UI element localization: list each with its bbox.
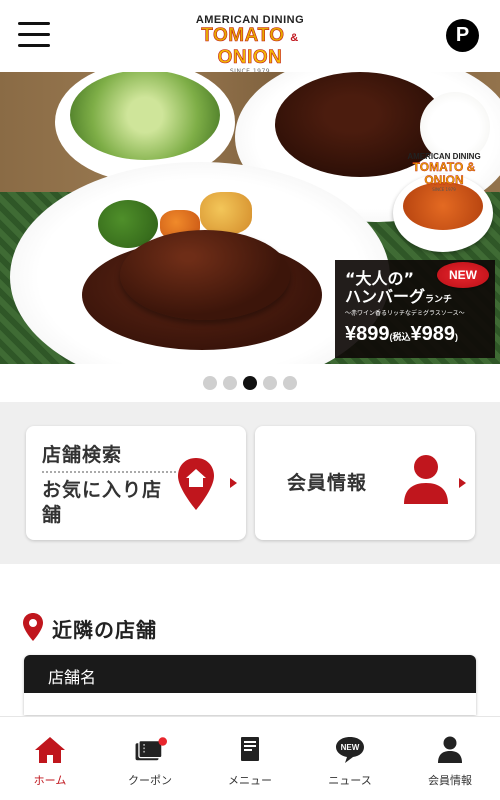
store-pin-icon	[178, 458, 214, 510]
carousel-dot-5[interactable]	[283, 376, 297, 390]
store-search-card[interactable]: 店舗検索 お気に入り店舗	[26, 426, 246, 540]
store-search-label[interactable]: 店舗検索	[42, 440, 122, 467]
person-icon	[404, 455, 448, 504]
svg-text:NEW: NEW	[341, 743, 360, 752]
tab-member-label: 会員情報	[428, 774, 472, 787]
hamburger-menu-icon[interactable]	[18, 22, 50, 48]
nearby-stores-table: 店舗名	[24, 655, 476, 715]
carousel-dots	[0, 376, 500, 392]
member-icon	[438, 736, 462, 763]
hamburg-steak-image	[120, 230, 290, 320]
points-button[interactable]: P	[446, 19, 479, 52]
promo-headline-2: ハンバーグランチ	[345, 287, 453, 306]
quick-links-section: 店舗検索 お気に入り店舗 会員情報	[0, 402, 500, 564]
home-icon	[35, 737, 65, 763]
promo-subline: 〜赤ワイン香るリッチなデミグラスソース〜	[345, 310, 465, 317]
logo-wordmark: TOMATO & ONION	[201, 25, 299, 68]
tab-menu[interactable]: メニュー	[200, 735, 300, 795]
nearby-stores-table-body	[24, 693, 476, 715]
menu-book-icon	[241, 737, 259, 761]
member-info-card[interactable]: 会員情報	[255, 426, 475, 540]
carousel-dot-2[interactable]	[223, 376, 237, 390]
new-badge: NEW	[437, 262, 489, 288]
member-info-arrow-icon	[459, 478, 466, 488]
news-icon: NEW	[336, 737, 364, 763]
carousel-dot-3[interactable]	[243, 376, 257, 390]
potato-image	[200, 192, 252, 234]
carousel-dot-4[interactable]	[263, 376, 277, 390]
store-name-column-header: 店舗名	[24, 655, 476, 693]
card-divider	[42, 471, 176, 473]
banner-brand-logo: AMERICAN DINING TOMATO & ONION SINCE 197…	[407, 152, 481, 192]
coupon-icon	[135, 737, 167, 761]
member-info-label: 会員情報	[287, 472, 368, 494]
tab-menu-label: メニュー	[228, 774, 272, 787]
tab-news-label: ニュース	[328, 774, 372, 787]
brand-logo[interactable]: AMERICAN DINING TOMATO & ONION SINCE 197…	[170, 14, 330, 75]
tab-home-label: ホーム	[33, 774, 67, 787]
tab-home[interactable]: ホーム	[0, 735, 100, 795]
tab-member[interactable]: 会員情報	[400, 735, 500, 795]
tab-news[interactable]: NEW ニュース	[300, 735, 400, 795]
app-header: AMERICAN DINING TOMATO & ONION SINCE 197…	[0, 0, 500, 75]
bottom-tab-bar: ホーム クーポン メニュー NEW ニュース 会員情報	[0, 716, 500, 800]
favorite-stores-label[interactable]: お気に入り店舗	[42, 478, 162, 528]
location-pin-icon	[23, 613, 43, 641]
carousel-dot-1[interactable]	[203, 376, 217, 390]
promo-price: ¥899(税込¥989)	[345, 323, 458, 345]
tab-coupon[interactable]: クーポン	[100, 735, 200, 795]
store-search-arrow-icon	[230, 478, 237, 488]
tab-coupon-label: クーポン	[128, 774, 172, 787]
salad-image	[70, 72, 220, 160]
nearby-stores-title: 近隣の店舗	[52, 618, 157, 642]
